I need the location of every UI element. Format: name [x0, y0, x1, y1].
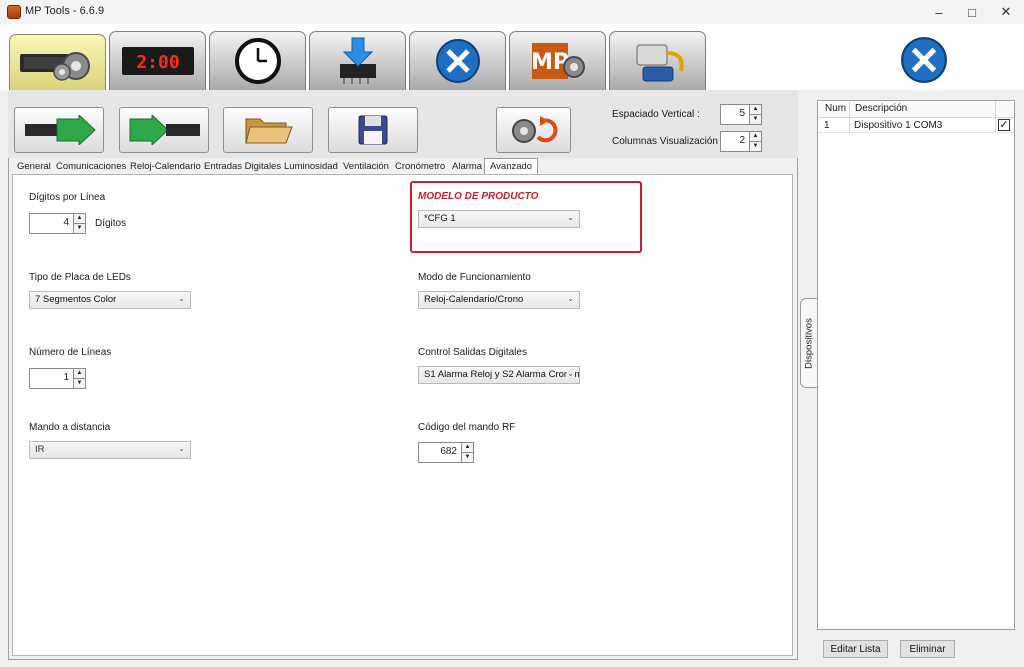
close-icon[interactable]: ✕: [989, 0, 1023, 24]
download-chip-icon: [339, 37, 376, 84]
outputs-label: Control Salidas Digitales: [418, 347, 527, 358]
delete-button[interactable]: Eliminar: [900, 640, 955, 658]
spacing-spinbox[interactable]: 5 ▲ ▼: [720, 104, 762, 125]
led-board-label: Tipo de Placa de LEDs: [29, 272, 131, 283]
devices-side-tab-label: Dispositivos: [803, 318, 815, 369]
remote-select[interactable]: IR ⌄: [29, 441, 191, 459]
digits-spinbox[interactable]: 4 ▲ ▼: [29, 213, 86, 234]
devices-table-header: [818, 101, 1014, 118]
advanced-settings-panel: [12, 174, 793, 656]
receive-arrow-icon: [129, 115, 200, 145]
tab-configuration[interactable]: [9, 34, 106, 92]
send-button[interactable]: [14, 107, 104, 153]
tab-tools[interactable]: [409, 31, 506, 90]
send-arrow-icon: [25, 115, 96, 145]
chevron-down-icon: ⌄: [178, 294, 185, 303]
tab-connection[interactable]: [609, 31, 706, 90]
spin-down-icon[interactable]: ▼: [750, 141, 761, 151]
spin-up-icon[interactable]: ▲: [462, 443, 473, 452]
spin-up-icon[interactable]: ▲: [74, 369, 85, 378]
spin-up-icon[interactable]: ▲: [750, 105, 761, 114]
tab-comunicaciones[interactable]: Comunicaciones: [54, 160, 128, 174]
digits-unit-label: Dígitos: [95, 218, 127, 229]
chevron-down-icon: ⌄: [567, 213, 574, 222]
column-header-num[interactable]: Num: [825, 103, 846, 114]
clock-icon: [234, 38, 281, 84]
config-gear-icon: [19, 51, 90, 81]
devices-table: [817, 100, 1015, 630]
lines-label: Número de Líneas: [29, 347, 112, 358]
minimize-icon[interactable]: –: [922, 0, 956, 24]
lines-spinbox[interactable]: 1 ▲ ▼: [29, 368, 86, 389]
columns-spinbox[interactable]: 2 ▲ ▼: [720, 131, 762, 152]
tab-display[interactable]: 2:00: [109, 31, 206, 90]
svg-text:MP: MP: [530, 50, 568, 75]
app-icon: [7, 5, 21, 19]
tab-mp-tools[interactable]: MP: [509, 31, 606, 90]
product-model-select[interactable]: *CFG 1 ⌄: [418, 210, 580, 228]
spin-down-icon[interactable]: ▼: [74, 223, 85, 233]
device-enabled-checkbox[interactable]: ✓: [998, 119, 1010, 131]
spin-up-icon[interactable]: ▲: [74, 214, 85, 223]
chevron-down-icon: ⌄: [178, 444, 185, 453]
tab-avanzado[interactable]: Avanzado: [484, 158, 539, 175]
chevron-down-icon: ⌄: [567, 294, 574, 303]
digits-label: Dígitos por Línea: [29, 192, 106, 203]
rf-code-label: Código del mando RF: [418, 422, 516, 433]
save-disk-icon: [358, 115, 388, 145]
tab-reloj-calendario[interactable]: Reloj-Calendario: [128, 160, 203, 174]
spin-down-icon[interactable]: ▼: [74, 378, 85, 388]
title-bar: [0, 0, 1024, 24]
reset-button[interactable]: [496, 107, 571, 153]
spacing-label: Espaciado Vertical :: [612, 109, 700, 120]
product-model-title: MODELO DE PRODUCTO: [418, 191, 539, 202]
device-description: Dispositivo 1 COM3: [854, 120, 943, 131]
device-num: 1: [824, 120, 830, 131]
tools-icon[interactable]: [899, 35, 949, 88]
mode-label: Modo de Funcionamiento: [418, 272, 531, 283]
edit-list-button[interactable]: Editar Lista: [823, 640, 888, 658]
columns-label: Columnas Visualización :: [612, 136, 724, 147]
tab-alarma[interactable]: Alarma: [450, 160, 484, 174]
mode-select[interactable]: Reloj-Calendario/Crono ⌄: [418, 291, 580, 309]
tab-download[interactable]: [309, 31, 406, 90]
tab-luminosidad[interactable]: Luminosidad: [282, 160, 340, 174]
reset-gears-icon: [511, 116, 557, 143]
column-header-description[interactable]: Descripción: [855, 103, 907, 114]
tab-general[interactable]: General: [15, 160, 53, 174]
svg-text:2:00: 2:00: [136, 52, 179, 73]
remote-label: Mando a distancia: [29, 422, 111, 433]
cable-connector-icon: [636, 44, 684, 82]
chevron-down-icon: ⌄: [567, 369, 574, 378]
spin-down-icon[interactable]: ▼: [750, 114, 761, 124]
open-folder-icon: [245, 118, 293, 144]
save-button[interactable]: [328, 107, 418, 153]
open-button[interactable]: [223, 107, 313, 153]
led-display-icon: 2:00: [121, 47, 194, 75]
led-board-select[interactable]: 7 Segmentos Color ⌄: [29, 291, 191, 309]
maximize-icon[interactable]: □: [955, 0, 989, 24]
tab-cronometro[interactable]: Cronómetro: [393, 160, 447, 174]
tools-icon: [435, 39, 480, 83]
outputs-select[interactable]: S1 Alarma Reloj y S2 Alarma Cronómetro⌄: [418, 366, 580, 384]
spin-up-icon[interactable]: ▲: [750, 132, 761, 141]
tab-clock[interactable]: [209, 31, 306, 90]
spin-down-icon[interactable]: ▼: [462, 452, 473, 462]
receive-button[interactable]: [119, 107, 209, 153]
rf-code-spinbox[interactable]: 682 ▲ ▼: [418, 442, 474, 463]
mp-tools-logo-icon: MP: [530, 43, 585, 79]
tab-ventilacion[interactable]: Ventilación: [341, 160, 391, 174]
tab-entradas-digitales[interactable]: Entradas Digitales: [202, 160, 283, 174]
window-title: MP Tools - 6.6.9: [25, 5, 105, 17]
